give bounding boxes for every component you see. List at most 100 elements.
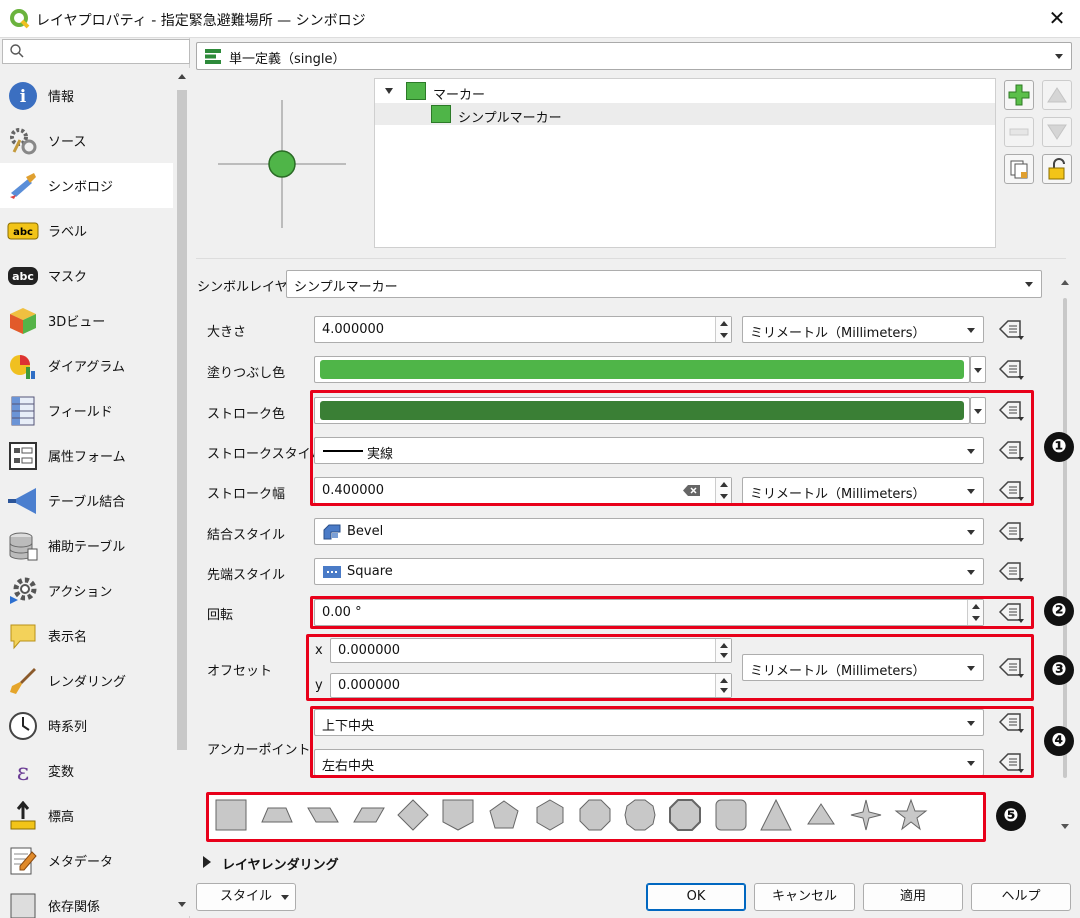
help-button[interactable]: ヘルプ — [971, 883, 1071, 911]
sidebar-item-fields[interactable]: フィールド — [0, 388, 173, 433]
sidebar-item-source[interactable]: ソース — [0, 118, 173, 163]
sidebar-item-auxiliary-storage[interactable]: 補助テーブル — [0, 523, 173, 568]
sidebar-item-elevation[interactable]: 標高 — [0, 793, 173, 838]
cap-style-combo[interactable]: Square — [314, 558, 984, 585]
callout-badge-1: ❶ — [1044, 432, 1074, 462]
highlight-box-3 — [306, 634, 1034, 701]
sidebar-item-temporal[interactable]: 時系列 — [0, 703, 173, 748]
move-down-button[interactable] — [1042, 117, 1072, 147]
callout-badge-3: ❸ — [1044, 655, 1074, 685]
sidebar-item-actions[interactable]: アクション — [0, 568, 173, 613]
svg-text:i: i — [20, 87, 27, 107]
sidebar-item-label: 情報 — [48, 90, 75, 105]
ok-button[interactable]: OK — [646, 883, 746, 911]
offset-label: オフセット — [207, 664, 273, 679]
properties-scroll-thumb[interactable] — [1063, 298, 1067, 778]
scroll-down-icon — [1061, 824, 1069, 829]
sidebar-item-variables[interactable]: ε 変数 — [0, 748, 173, 793]
move-up-button[interactable] — [1042, 80, 1072, 110]
scroll-up-icon — [178, 74, 186, 79]
size-label: 大きさ — [207, 325, 247, 340]
search-icon — [10, 44, 24, 58]
lock-icon — [1048, 158, 1065, 180]
renderer-label: 単一定義（single） — [229, 52, 346, 67]
joins-icon — [6, 484, 40, 518]
layer-rendering-label[interactable]: レイヤレンダリング — [222, 854, 339, 873]
data-defined-override-icon[interactable] — [996, 558, 1026, 584]
rotation-label: 回転 — [207, 608, 234, 623]
sidebar-item-symbology[interactable]: シンボロジ — [0, 163, 173, 208]
size-unit-value: ミリメートル（Millimeters） — [750, 326, 926, 341]
sidebar-scroll-thumb[interactable] — [177, 90, 187, 750]
sidebar-item-attributes-form[interactable]: 属性フォーム — [0, 433, 173, 478]
sidebar-item-mask[interactable]: abc マスク — [0, 253, 173, 298]
sidebar-item-label: シンボロジ — [48, 180, 114, 195]
sidebar-item-dependencies[interactable]: 依存関係 — [0, 883, 173, 918]
sidebar-item-label: 時系列 — [48, 720, 88, 735]
sidebar-item-label: 変数 — [48, 765, 75, 780]
actions-icon — [6, 574, 40, 608]
chevron-down-icon — [974, 368, 982, 373]
sidebar-item-label: 標高 — [48, 810, 75, 825]
dependencies-icon — [6, 889, 40, 918]
fill-color-label: 塗りつぶし色 — [207, 366, 286, 381]
style-menu-button[interactable]: スタイル — [196, 883, 296, 911]
fill-color-menu-button[interactable] — [970, 356, 986, 383]
join-style-combo[interactable]: Bevel — [314, 518, 984, 545]
symbol-layer-type-value: シンプルマーカー — [294, 280, 398, 295]
data-defined-override-icon[interactable] — [996, 316, 1026, 342]
display-icon — [6, 619, 40, 653]
tree-root-label[interactable]: マーカー — [433, 84, 485, 103]
sidebar-item-info[interactable]: i 情報 — [0, 73, 173, 118]
sidebar-item-rendering[interactable]: レンダリング — [0, 658, 173, 703]
data-defined-override-icon[interactable] — [996, 356, 1026, 382]
svg-text:abc: abc — [13, 227, 33, 238]
attributes-form-icon — [6, 439, 40, 473]
size-input[interactable]: 4.000000 — [314, 316, 732, 343]
chevron-down-icon — [281, 895, 289, 900]
sidebar-item-label: 属性フォーム — [48, 450, 126, 465]
remove-layer-button[interactable] — [1004, 117, 1034, 147]
symbol-layer-tree[interactable]: マーカー シンプルマーカー — [374, 78, 996, 248]
tree-collapse-icon[interactable] — [385, 88, 393, 94]
search-input[interactable] — [2, 39, 190, 64]
size-unit-combo[interactable]: ミリメートル（Millimeters） — [742, 316, 984, 343]
add-layer-button[interactable] — [1004, 80, 1034, 110]
sidebar-item-label: テーブル結合 — [48, 495, 126, 510]
callout-badge-4: ❹ — [1044, 726, 1074, 756]
tree-child-label[interactable]: シンプルマーカー — [458, 107, 562, 126]
sidebar-item-display[interactable]: 表示名 — [0, 613, 173, 658]
size-spin-buttons[interactable] — [715, 317, 731, 342]
plus-icon — [1008, 84, 1030, 106]
sidebar-scrollbar[interactable] — [174, 68, 190, 916]
sidebar-item-metadata[interactable]: メタデータ — [0, 838, 173, 883]
scroll-up-icon — [1061, 280, 1069, 285]
fields-icon — [6, 394, 40, 428]
symbology-icon — [6, 169, 40, 203]
sidebar-item-label: フィールド — [48, 405, 113, 420]
chevron-down-icon — [1025, 282, 1033, 287]
sidebar-item-joins[interactable]: テーブル結合 — [0, 478, 173, 523]
symbol-layer-type-combo[interactable]: シンプルマーカー — [286, 270, 1042, 298]
sidebar-item-label: ダイアグラム — [48, 360, 125, 375]
chevron-down-icon — [967, 570, 975, 575]
svg-text:abc: abc — [12, 270, 34, 283]
sidebar-item-labels[interactable]: abc ラベル — [0, 208, 173, 253]
duplicate-layer-button[interactable] — [1004, 154, 1034, 184]
sidebar-item-label: ソース — [48, 135, 87, 150]
data-defined-override-icon[interactable] — [996, 518, 1026, 544]
apply-button[interactable]: 適用 — [863, 883, 963, 911]
cancel-button[interactable]: キャンセル — [754, 883, 855, 911]
expand-arrow-icon[interactable] — [203, 856, 211, 868]
fill-color-button[interactable] — [314, 356, 970, 383]
auxiliary-storage-icon — [6, 529, 40, 563]
info-icon: i — [6, 79, 40, 113]
callout-badge-2: ❷ — [1044, 596, 1074, 626]
sidebar-item-diagrams[interactable]: ダイアグラム — [0, 343, 173, 388]
variables-icon: ε — [6, 754, 40, 788]
lock-layer-button[interactable] — [1042, 154, 1072, 184]
close-button[interactable]: ✕ — [1046, 6, 1068, 30]
renderer-combo[interactable]: 単一定義（single） — [196, 42, 1072, 70]
sidebar-item-3d-view[interactable]: 3Dビュー — [0, 298, 173, 343]
temporal-icon — [6, 709, 40, 743]
